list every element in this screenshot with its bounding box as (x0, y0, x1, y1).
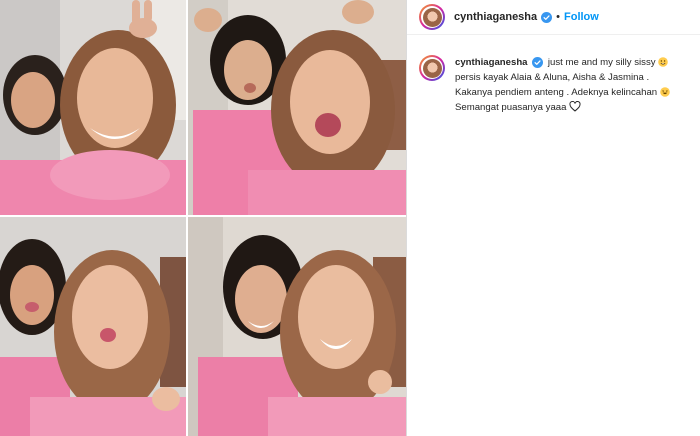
photo-tile-2 (188, 0, 406, 215)
caption-avatar-image (422, 58, 442, 78)
photo-tile-3 (0, 217, 186, 436)
verified-badge-icon (532, 56, 544, 68)
separator-dot: • (556, 11, 560, 23)
avatar-ring (421, 6, 443, 28)
caption-avatar-ring (421, 57, 443, 79)
post-header: cynthiaganesha • Follow (407, 0, 700, 35)
post-media[interactable] (0, 0, 406, 436)
heart-outline-icon (569, 101, 581, 112)
caption-row: cynthiaganesha just me and my silly siss… (407, 35, 700, 115)
caption-username-link[interactable]: cynthiaganesha (455, 57, 528, 68)
caption-line-4: Semangat puasanya yaaa (455, 102, 567, 113)
caption-line-1: just me and my silly sissy (547, 57, 656, 68)
caption-line-3: Kakanya pendiem anteng . Adeknya kelinca… (455, 87, 658, 98)
caption-text: cynthiaganesha just me and my silly siss… (455, 55, 688, 115)
username-link[interactable]: cynthiaganesha (454, 11, 537, 23)
photo-tile-1 (0, 0, 186, 215)
laughing-emoji-icon (660, 87, 670, 97)
caption-avatar[interactable] (419, 55, 445, 81)
verified-badge-icon (541, 11, 553, 23)
caption-line-2: persis kayak Alaia & Aluna, Aisha & Jasm… (455, 72, 650, 83)
follow-button[interactable]: Follow (564, 11, 599, 23)
avatar[interactable] (419, 4, 445, 30)
post-side-panel: cynthiaganesha • Follow cynthiaganesha j… (406, 0, 700, 436)
grinning-emoji-icon (658, 57, 669, 67)
avatar-image (422, 7, 442, 27)
photo-tile-4 (188, 217, 406, 436)
